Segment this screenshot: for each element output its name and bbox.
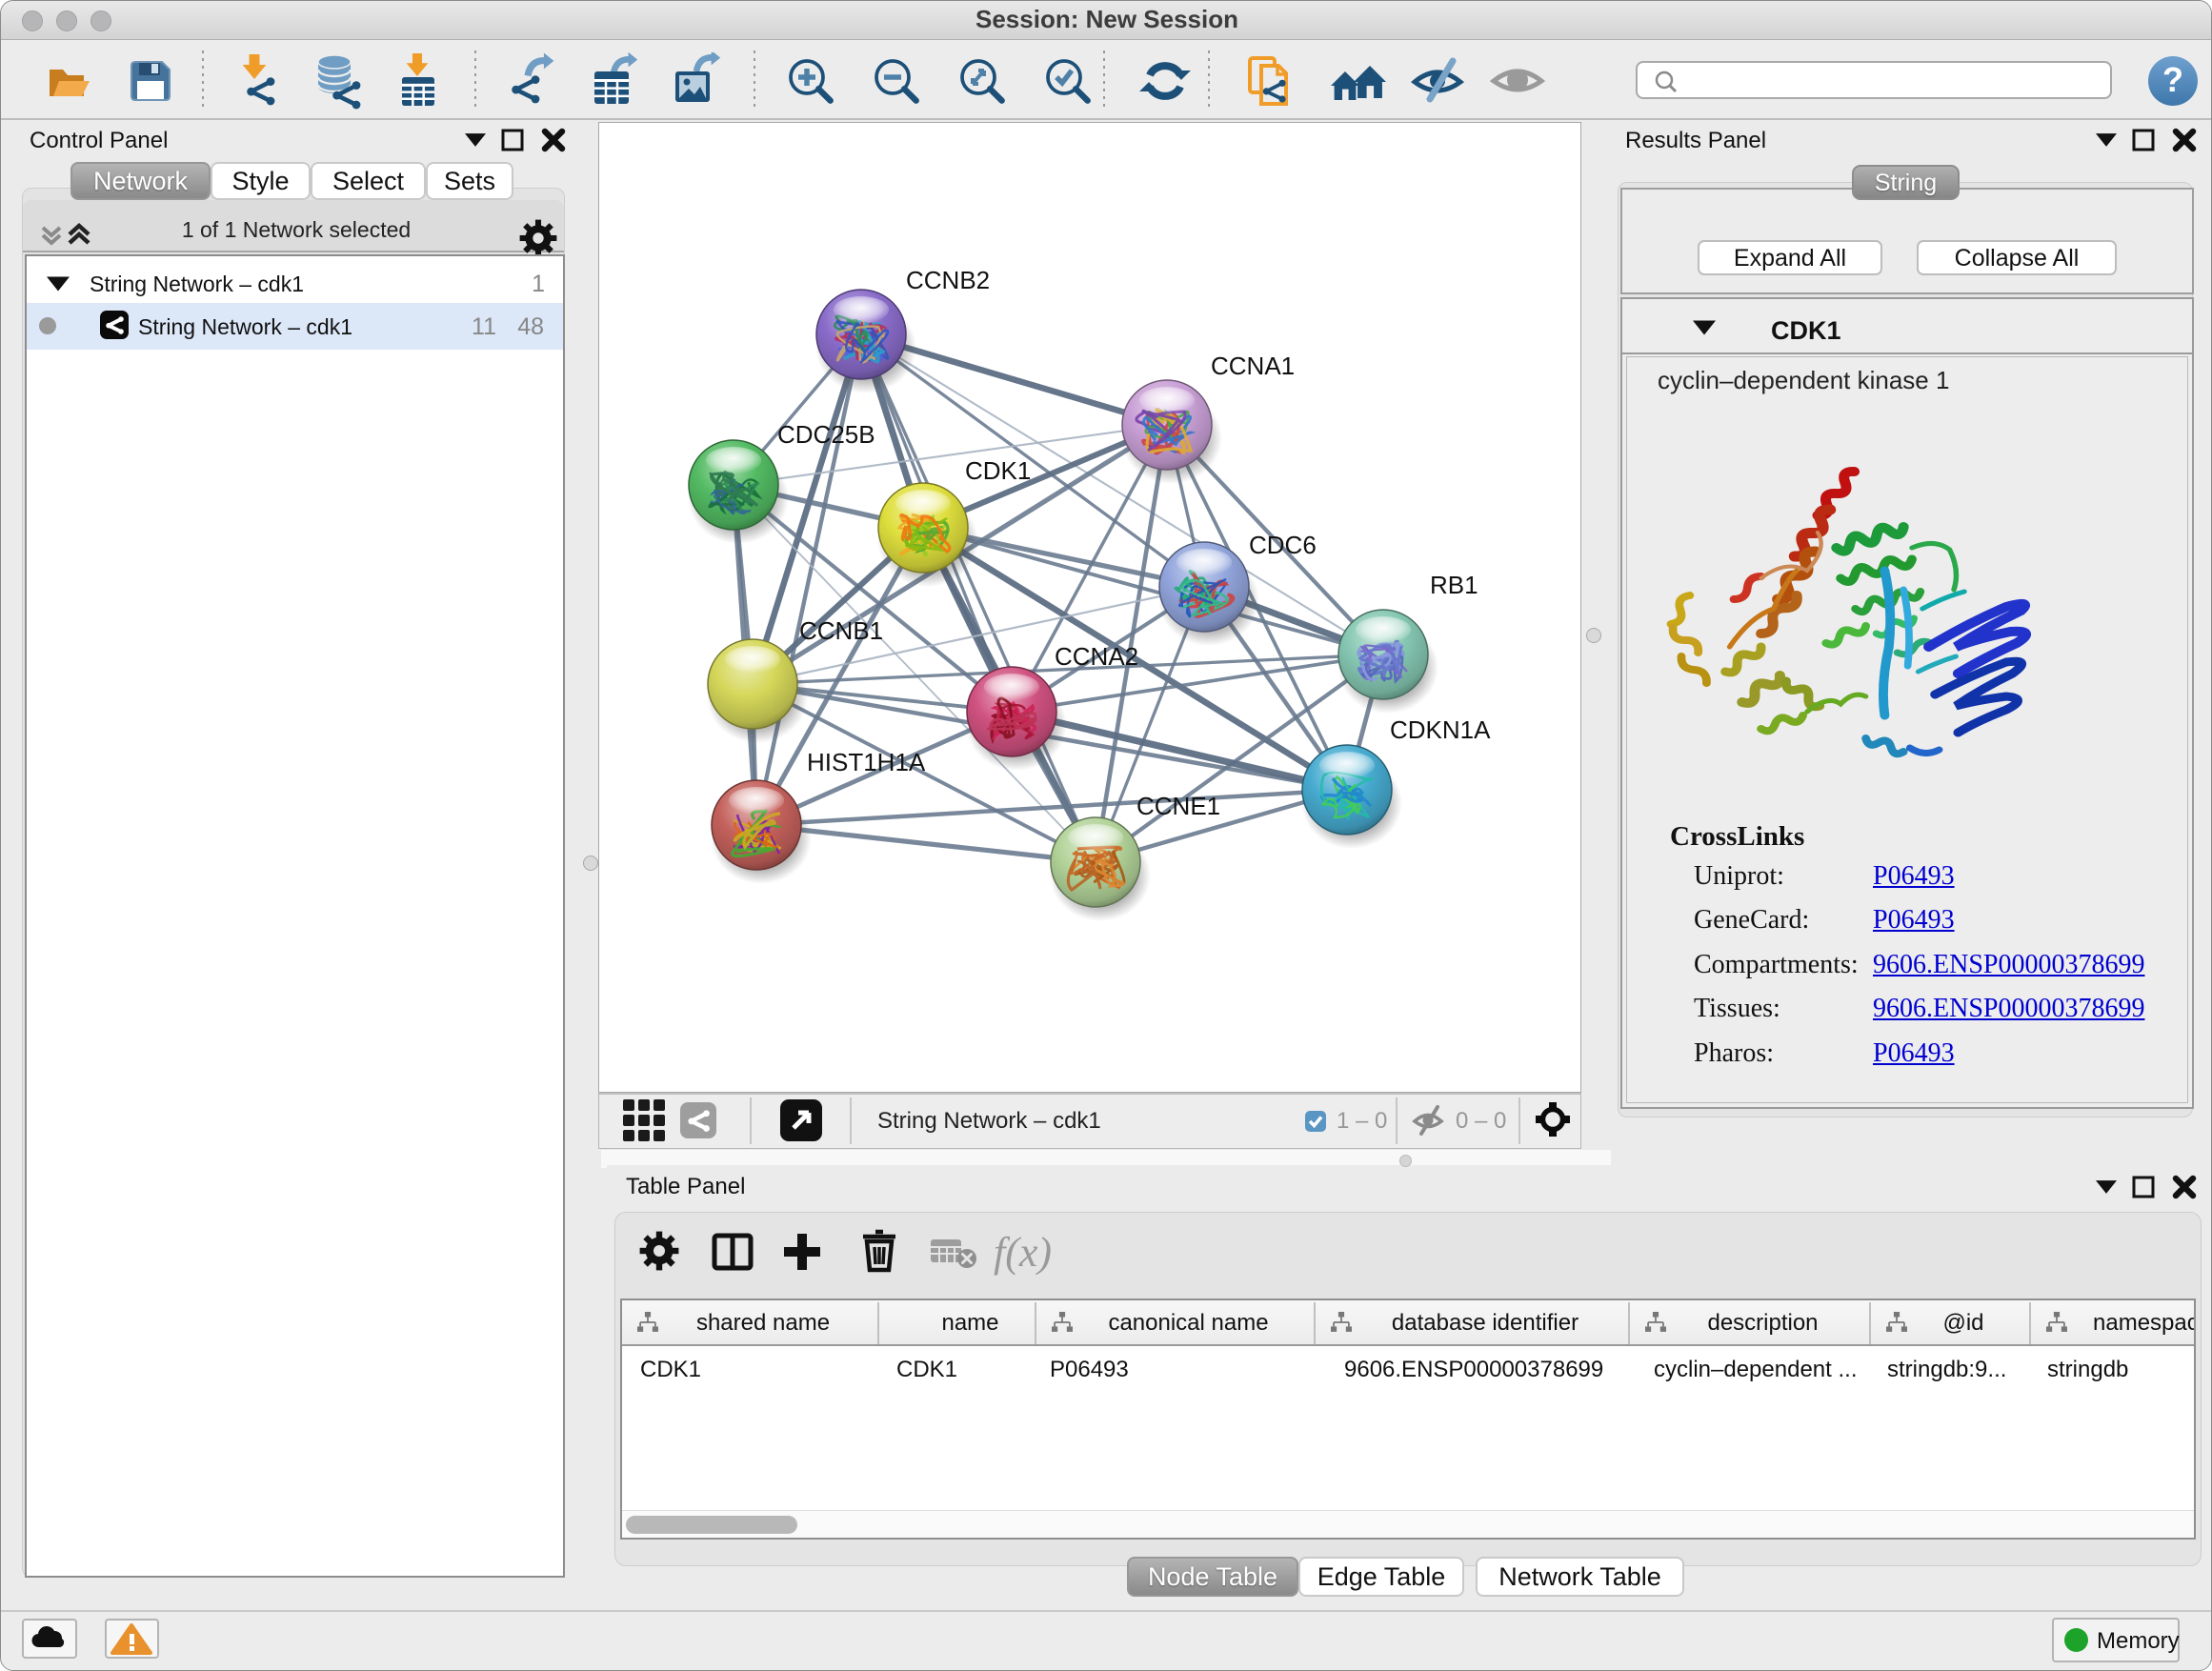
- svg-text:CDC25B: CDC25B: [777, 420, 875, 449]
- svg-text:CCNE1: CCNE1: [1136, 792, 1220, 820]
- svg-text:CCNB1: CCNB1: [799, 616, 883, 645]
- svg-text:HIST1H1A: HIST1H1A: [807, 748, 926, 776]
- svg-text:CDKN1A: CDKN1A: [1390, 715, 1491, 744]
- svg-text:CCNA1: CCNA1: [1211, 352, 1295, 380]
- svg-text:CDK1: CDK1: [965, 456, 1031, 485]
- svg-text:CCNA2: CCNA2: [1055, 642, 1138, 671]
- svg-text:CDC6: CDC6: [1249, 531, 1317, 559]
- svg-text:RB1: RB1: [1430, 571, 1478, 599]
- svg-text:CCNB2: CCNB2: [906, 266, 990, 294]
